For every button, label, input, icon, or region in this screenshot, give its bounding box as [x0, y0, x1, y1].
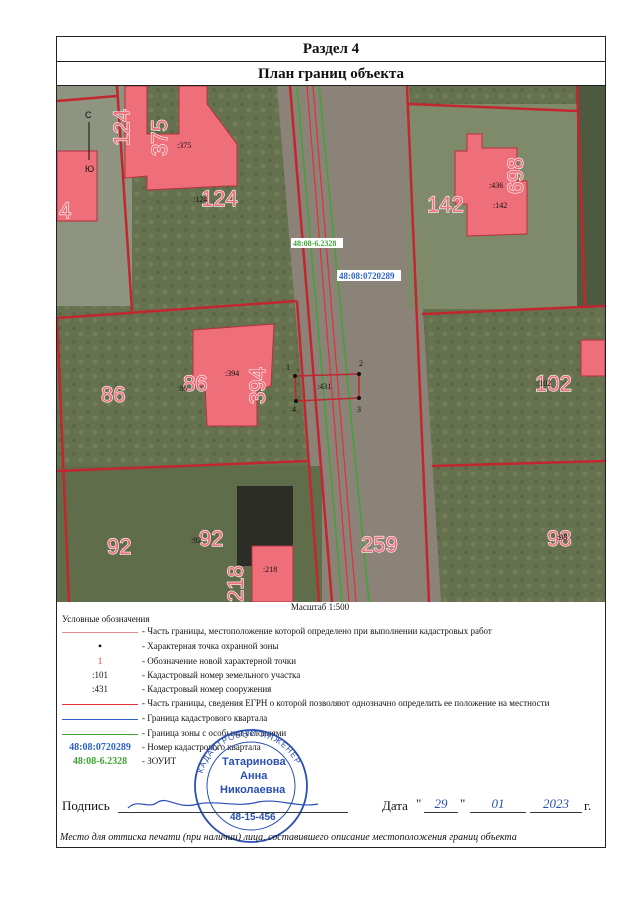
- legend-line-red: [62, 632, 138, 633]
- svg-text:2: 2: [359, 359, 363, 368]
- svg-text::218: :218: [263, 565, 277, 574]
- parcel-number: 86: [101, 382, 125, 407]
- legend-line-red-solid: [62, 704, 138, 705]
- legend-line-green: [62, 734, 138, 735]
- legend-row: - Часть границы, местоположение которой …: [62, 626, 602, 640]
- parcel-number: 698: [503, 157, 528, 194]
- svg-text::436: :436: [489, 181, 503, 190]
- date-month: 01: [470, 796, 526, 813]
- footer-note: Место для оттиска печати (при наличии) л…: [60, 832, 517, 843]
- legend-line-blue: [62, 719, 138, 720]
- parcel-number: 375: [147, 119, 172, 156]
- svg-text::102: :102: [537, 379, 551, 388]
- svg-text::92: :92: [191, 536, 201, 545]
- parcel-number: 394: [245, 367, 270, 404]
- parcel-number: 218: [223, 565, 248, 602]
- signature-row: Подпись Дата " 29 " 01 2023 г.: [62, 796, 592, 813]
- cadastral-map: С Ю 124 375 124 142 698 86 86 394 102 92…: [57, 86, 605, 602]
- section-title: Раздел 4: [56, 36, 606, 62]
- stamp-name2: Анна: [240, 770, 268, 782]
- parcel-number: 92: [107, 534, 131, 559]
- stamp-name1: Татаринова: [222, 756, 286, 768]
- handwritten-signature: [127, 800, 319, 809]
- stamp-name3: Николаевна: [220, 784, 286, 796]
- legend-row: - Часть границы, сведения ЕГРН о которой…: [62, 698, 602, 712]
- legend-row: 1 - Обозначение новой характерной точки: [97, 656, 297, 666]
- quarter-label: 48:08:0720289: [339, 271, 395, 281]
- parcel-number: 92: [199, 526, 223, 551]
- legend-row: 48:08-6.2328 - ЗОУИТ: [72, 756, 177, 767]
- svg-text::124: :124: [193, 195, 207, 204]
- parcel-number: 4: [59, 198, 71, 223]
- parcel-number: 142: [427, 192, 464, 217]
- svg-text::98: :98: [557, 533, 567, 542]
- parcel-number: 259: [361, 532, 398, 557]
- legend-row: - Граница зоны с особыми условиями: [62, 728, 602, 742]
- svg-text::394: :394: [225, 369, 239, 378]
- legend-row: - Граница кадастрового квартала: [62, 713, 602, 727]
- year-suffix: г.: [584, 798, 592, 813]
- svg-text::375: :375: [177, 141, 191, 150]
- date-label: Дата: [382, 798, 408, 813]
- legend-row: :431 - Кадастровый номер сооружения: [91, 684, 272, 694]
- date-day: 29: [424, 796, 458, 813]
- scale-label: Масштаб 1:500: [290, 602, 350, 612]
- legend-title: Условные обозначения: [62, 614, 150, 624]
- svg-text::86: :86: [177, 384, 187, 393]
- date-year: 2023: [530, 796, 582, 813]
- legend-row: 48:08:0720289 - Номер кадастрового кварт…: [69, 742, 261, 753]
- dot-icon: •: [97, 639, 103, 653]
- map-svg: С Ю 124 375 124 142 698 86 86 394 102 92…: [57, 86, 605, 602]
- svg-text:3: 3: [357, 405, 361, 414]
- svg-text::142: :142: [493, 201, 507, 210]
- signature-label: Подпись: [62, 798, 110, 813]
- zone-label: 48:08-6.2328: [293, 239, 336, 248]
- compass-north: С: [85, 110, 92, 120]
- parcel-number: 124: [109, 109, 134, 146]
- object-number: :431: [317, 382, 331, 391]
- legend-row: :101 - Кадастровый номер земельного учас…: [91, 670, 301, 680]
- legend-row: • - Характерная точка охранной зоны: [62, 639, 602, 655]
- compass-south: Ю: [85, 164, 94, 174]
- signature-line: [118, 796, 348, 813]
- plan-title: План границ объекта: [56, 62, 606, 86]
- svg-text:1: 1: [286, 363, 290, 372]
- seal-stamp: КАДАСТРОВЫЙ ИНЖЕНЕР Татаринова Анна Нико…: [186, 726, 316, 846]
- svg-text:4: 4: [292, 405, 296, 414]
